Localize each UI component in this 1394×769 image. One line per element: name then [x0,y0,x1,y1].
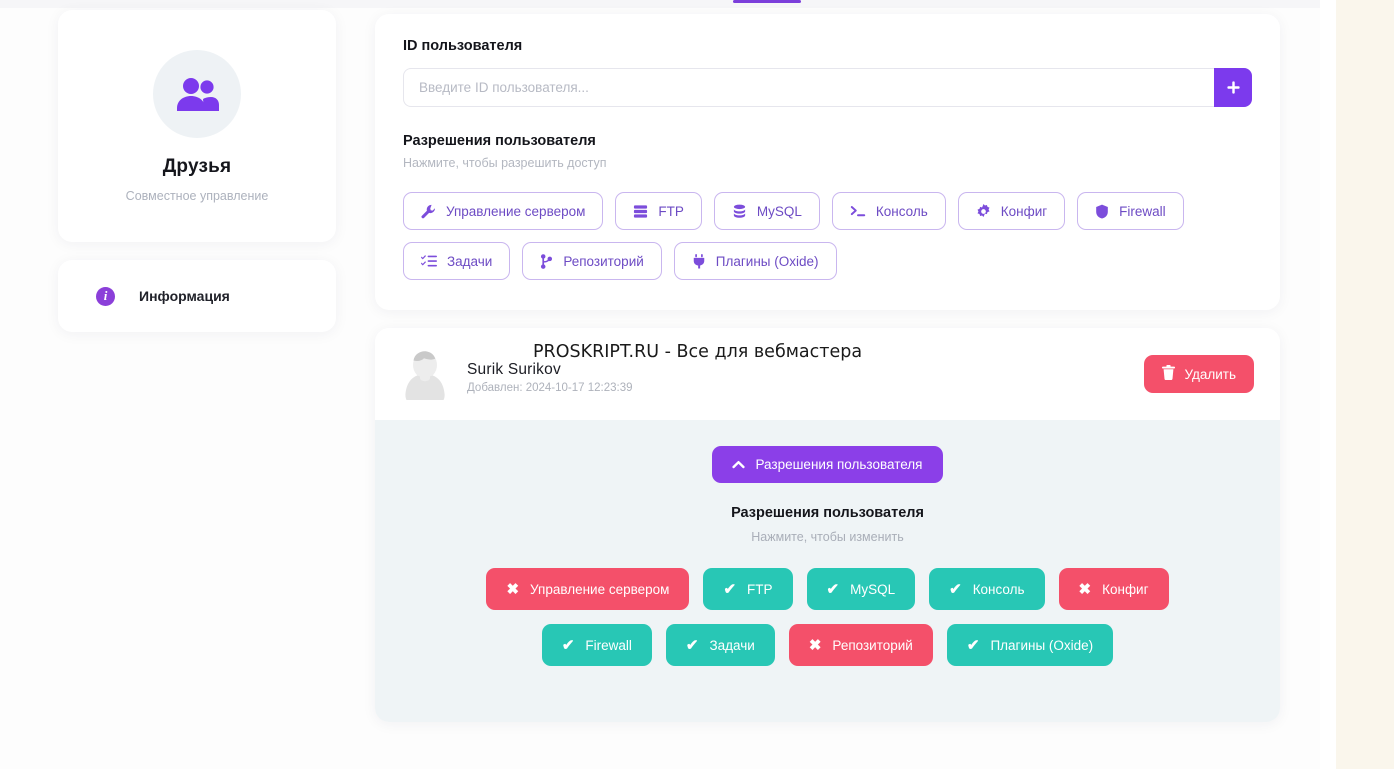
chip-label: Консоль [876,204,928,219]
database-icon [732,204,747,219]
trash-icon [1162,365,1175,383]
chip-label: Управление сервером [446,204,585,219]
permission-chip-repository[interactable]: Репозиторий [522,242,661,280]
check-icon: ✔ [562,638,575,653]
wrench-icon [421,204,436,219]
chip-label: Firewall [1119,204,1166,219]
sidebar: Друзья Совместное управление i Информаци… [58,10,336,332]
page-root: Друзья Совместное управление i Информаци… [0,0,1394,769]
permission-chip-config[interactable]: Конфиг [958,192,1065,230]
friend-permission-repository[interactable]: ✖ Репозиторий [789,624,933,666]
friend-permissions-body: Разрешения пользователя Разрешения польз… [375,420,1280,722]
permission-row: ✖ Управление сервером ✔ FTP ✔ MySQL ✔ [401,568,1254,610]
main-content: ID пользователя Разрешения пользователя … [375,14,1280,722]
shield-icon [1095,204,1109,219]
permission-chip-list: Управление сервером FTP [403,192,1252,280]
right-white-gutter [1320,0,1336,769]
terminal-icon [850,204,866,218]
friend-permission-firewall[interactable]: ✔ Firewall [542,624,652,666]
user-id-input[interactable] [403,68,1214,107]
cross-icon: ✖ [506,582,519,597]
toggle-permissions-button[interactable]: Разрешения пользователя [712,446,942,483]
permission-row: ✔ Firewall ✔ Задачи ✖ Репозиторий ✔ [401,624,1254,666]
check-icon: ✔ [967,638,980,653]
plug-icon [692,254,706,269]
chip-label: FTP [658,204,684,219]
friend-permission-server-management[interactable]: ✖ Управление сервером [486,568,689,610]
friends-title: Друзья [163,156,232,178]
chip-label: Конфиг [1001,204,1047,219]
friend-name: Surik Surikov [467,361,1126,379]
permission-label: Репозиторий [832,638,912,653]
permission-chip-mysql[interactable]: MySQL [714,192,820,230]
info-icon: i [96,287,115,306]
permission-label: Конфиг [1102,582,1148,597]
friend-permission-plugins-oxide[interactable]: ✔ Плагины (Oxide) [947,624,1113,666]
chip-label: Репозиторий [563,254,643,269]
permission-chip-tasks[interactable]: Задачи [403,242,510,280]
permissions-section-title: Разрешения пользователя [403,133,1252,149]
friend-permission-tasks[interactable]: ✔ Задачи [666,624,775,666]
permission-chip-server-management[interactable]: Управление сервером [403,192,603,230]
permission-chip-firewall[interactable]: Firewall [1077,192,1184,230]
friend-header: Surik Surikov Добавлен: 2024-10-17 12:23… [375,328,1280,420]
friend-info: Surik Surikov Добавлен: 2024-10-17 12:23… [467,355,1126,394]
permission-label: Firewall [585,638,632,653]
people-icon [153,50,241,138]
delete-friend-button[interactable]: Удалить [1144,355,1254,393]
top-tab-strip [0,0,1320,8]
friend-permission-ftp[interactable]: ✔ FTP [703,568,792,610]
server-icon [633,204,648,219]
avatar [401,348,449,400]
friend-permission-buttons: ✖ Управление сервером ✔ FTP ✔ MySQL ✔ [401,568,1254,666]
check-icon: ✔ [686,638,699,653]
add-friend-panel: ID пользователя Разрешения пользователя … [375,14,1280,310]
check-icon: ✔ [723,582,736,597]
friend-permission-mysql[interactable]: ✔ MySQL [807,568,916,610]
chip-label: MySQL [757,204,802,219]
permission-label: Плагины (Oxide) [990,638,1093,653]
permission-chip-ftp[interactable]: FTP [615,192,702,230]
user-id-label: ID пользователя [403,38,1252,54]
friend-permission-console[interactable]: ✔ Консоль [929,568,1044,610]
friend-entry-card: Surik Surikov Добавлен: 2024-10-17 12:23… [375,328,1280,722]
add-user-button[interactable] [1214,68,1252,107]
chevron-up-icon [732,457,745,472]
friends-card: Друзья Совместное управление [58,10,336,242]
friends-subtitle: Совместное управление [126,189,269,203]
tasks-icon [421,254,437,268]
permission-chip-plugins-oxide[interactable]: Плагины (Oxide) [674,242,837,280]
toggle-button-label: Разрешения пользователя [755,457,922,472]
delete-button-label: Удалить [1184,367,1236,382]
right-cream-strip [1336,0,1394,769]
friend-permissions-subtitle: Нажмите, чтобы изменить [401,530,1254,544]
chip-label: Задачи [447,254,492,269]
friend-permission-config[interactable]: ✖ Конфиг [1059,568,1169,610]
gear-icon [976,204,991,219]
permission-label: Консоль [973,582,1025,597]
sidebar-item-label: Информация [139,288,230,304]
check-icon: ✔ [827,582,840,597]
permission-label: Управление сервером [530,582,669,597]
cross-icon: ✖ [809,638,822,653]
sidebar-item-information[interactable]: i Информация [58,260,336,332]
cross-icon: ✖ [1079,582,1092,597]
watermark-text: PROSKRIPT.RU - Все для вебмастера [533,342,862,362]
user-id-row [403,68,1252,107]
git-branch-icon [540,254,553,269]
friend-permissions-title: Разрешения пользователя [401,505,1254,521]
active-tab-underline [733,0,801,3]
permission-label: Задачи [710,638,755,653]
permissions-section-subtitle: Нажмите, чтобы разрешить доступ [403,156,1252,170]
chip-label: Плагины (Oxide) [716,254,819,269]
permission-label: FTP [747,582,773,597]
friend-added-date: Добавлен: 2024-10-17 12:23:39 [467,382,1126,394]
check-icon: ✔ [949,582,962,597]
permission-label: MySQL [850,582,895,597]
permission-chip-console[interactable]: Консоль [832,192,946,230]
